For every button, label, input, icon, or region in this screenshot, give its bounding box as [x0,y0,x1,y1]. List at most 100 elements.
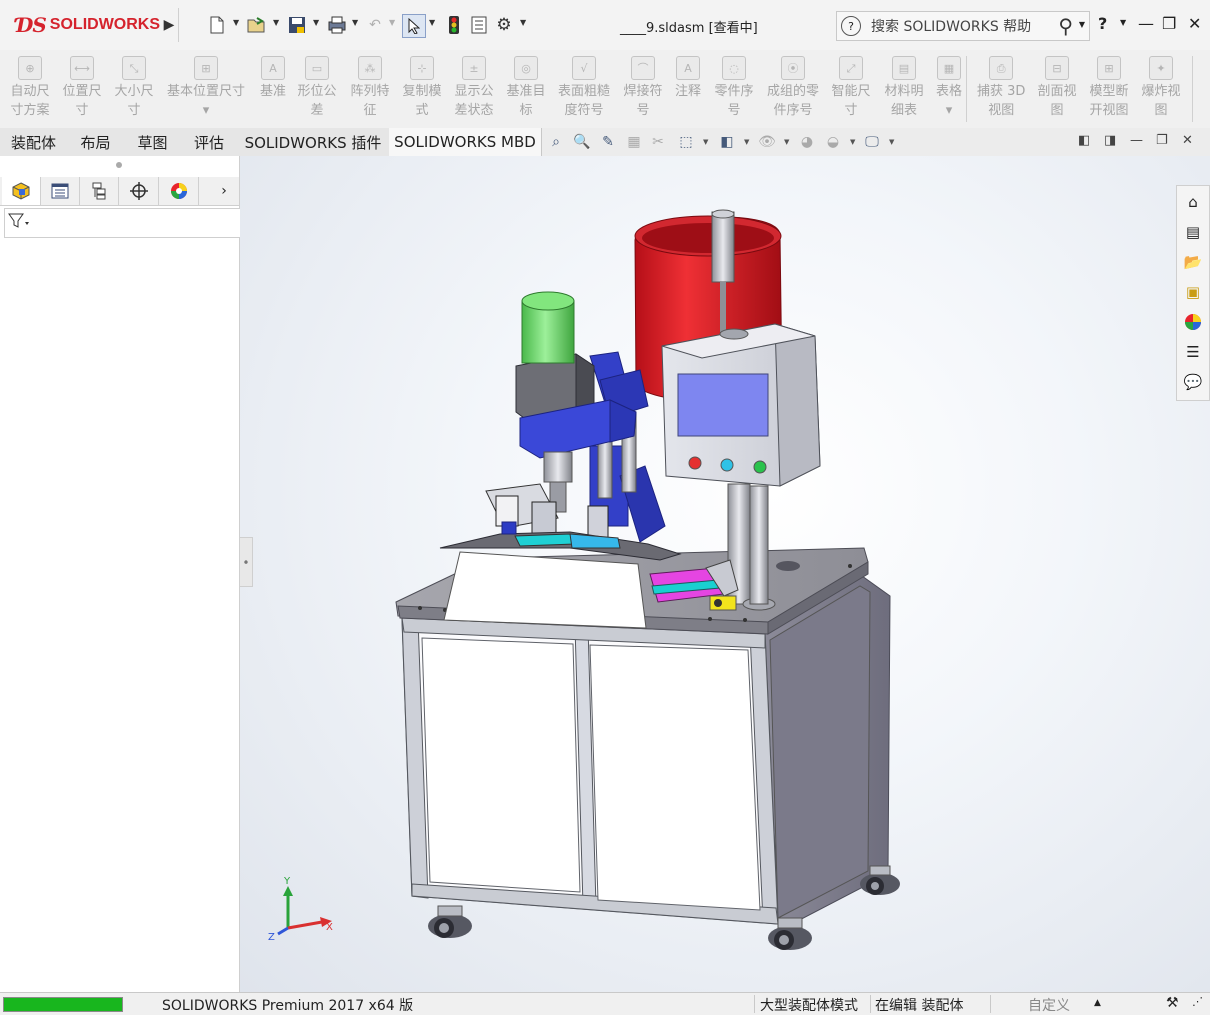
chevron-down-icon[interactable]: ▼ [703,138,708,146]
cmd-geometric-tolerance-button[interactable]: ▭ 形位公差 [298,56,337,120]
appearances-icon[interactable] [1181,310,1205,334]
chevron-down-icon[interactable]: ▼ [850,138,855,146]
cmd-basic-location-dimension-button[interactable]: ⊞ 基本位置尺寸 ▾ [167,56,245,120]
viewport-tile-right-icon[interactable]: ◨ [1104,133,1116,148]
viewport-restore-icon[interactable]: ❐ [1156,133,1168,148]
dynamic-annotation-icon[interactable]: ✂ [648,132,668,152]
feature-manager-tab-icon[interactable] [2,177,41,205]
chevron-down-icon[interactable]: ▼ [273,18,279,27]
chevron-down-icon[interactable]: ▼ [233,18,239,27]
tree-filter-field[interactable] [4,208,241,238]
chevron-down-icon[interactable]: ▼ [889,138,894,146]
cmd-location-dimension-button[interactable]: ⟷ 位置尺寸 [63,56,102,120]
assembly-model[interactable] [240,156,1210,992]
tab-label: SOLIDWORKS MBD [394,133,536,151]
chevron-down-icon[interactable]: ▼ [1079,20,1085,29]
tab-solidworks-addins[interactable]: SOLIDWORKS 插件 [237,128,390,156]
chevron-down-icon[interactable]: ▼ [389,18,395,27]
design-library-icon[interactable]: ▤ [1181,220,1205,244]
graphics-area[interactable]: Y X Z [240,156,1210,992]
cmd-surface-finish-button[interactable]: √ 表面粗糙 度符号 [558,56,610,120]
cmd-section-view-button[interactable]: ⊟ 剖面视图 [1038,56,1077,120]
forum-icon[interactable]: 💬 [1181,370,1205,394]
panel-grip[interactable] [116,162,122,168]
close-button[interactable]: ✕ [1188,14,1201,33]
tab-sketch[interactable]: 草图 [124,128,182,156]
hide-show-items-icon[interactable]: 👁 [757,132,777,152]
minimize-button[interactable]: — [1138,14,1154,33]
section-view-icon[interactable]: ▦ [624,132,644,152]
large-assembly-mode[interactable]: 大型装配体模式 [760,995,858,1015]
help-search-input[interactable]: ? 搜索 SOLIDWORKS 帮助 ⚲ ▼ [836,11,1090,41]
tab-assembly[interactable]: 装配体 [0,128,68,156]
menu-expand-icon[interactable]: ▶ [158,14,180,36]
panel-collapse-handle[interactable]: ⦁ [240,537,253,587]
help-button[interactable]: ? [1098,14,1107,33]
cmd-auto-dimension-button[interactable]: ⊕ 自动尺 寸方案 [11,56,50,120]
cmd-note-button[interactable]: A 注释 [675,56,701,101]
apply-scene-icon[interactable]: ◒ [823,132,843,152]
display-manager-tab-icon[interactable] [160,177,199,205]
tab-layout[interactable]: 布局 [67,128,125,156]
chevron-down-icon[interactable]: ▼ [313,18,319,27]
file-properties-icon[interactable] [468,14,490,36]
viewport-tile-left-icon[interactable]: ◧ [1078,133,1090,148]
chevron-down-icon[interactable]: ▼ [520,18,526,27]
chevron-down-icon[interactable]: ▼ [1120,18,1126,27]
undo-icon[interactable]: ↶ [364,14,386,36]
cmd-pattern-feature-button[interactable]: ⁂ 阵列特征 [351,56,390,120]
previous-view-icon[interactable]: ✎ [598,132,618,152]
gear-icon[interactable]: ⚙ [493,14,515,36]
viewport-close-icon[interactable]: ✕ [1182,133,1193,148]
tab-evaluate[interactable]: 评估 [181,128,238,156]
solidworks-logo[interactable]: ƊS SOLIDWORKS [16,10,160,40]
resize-grip-icon[interactable]: ⋰ [1192,995,1203,1008]
cmd-balloon-button[interactable]: ◌ 零件序号 [715,56,754,120]
cmd-smart-dimension-button[interactable]: ⤢ 智能尺寸 [832,56,871,120]
view-settings-icon[interactable]: 🖵 [862,132,882,152]
cmd-show-tolerance-status-button[interactable]: ± 显示公 差状态 [455,56,494,120]
zoom-to-area-icon[interactable]: 🔍 [572,132,592,152]
property-manager-tab-icon[interactable] [41,177,80,205]
cmd-bom-button[interactable]: ▤ 材料明 细表 [885,56,924,120]
rebuild-traffic-light-icon[interactable] [443,14,465,36]
new-document-icon[interactable] [206,14,228,36]
search-icon[interactable]: ⚲ [1058,14,1073,38]
dimxpert-manager-tab-icon[interactable] [120,177,159,205]
configuration-manager-tab-icon[interactable] [80,177,119,205]
open-file-icon[interactable] [246,14,268,36]
cmd-datum-button[interactable]: A 基准 [260,56,286,101]
edit-appearance-icon[interactable]: ◕ [797,132,817,152]
save-icon[interactable] [286,14,308,36]
file-explorer-icon[interactable]: 📂 [1181,250,1205,274]
cmd-size-dimension-button[interactable]: ⤡ 大小尺寸 [115,56,154,120]
select-pointer-icon[interactable] [402,14,426,38]
filter-icon[interactable] [8,213,30,233]
chevron-down-icon[interactable]: ▼ [429,18,435,27]
display-style-icon[interactable]: ◧ [717,132,737,152]
chevron-down-icon[interactable]: ▼ [744,138,749,146]
panel-more-icon[interactable]: › [210,177,238,205]
chevron-down-icon[interactable]: ▼ [784,138,789,146]
zoom-to-fit-icon[interactable]: ⌕ [546,132,566,152]
cmd-exploded-view-button[interactable]: ✦ 爆炸视图 [1142,56,1181,120]
custom-properties-icon[interactable]: ☰ [1181,340,1205,364]
rebuild-status-icon[interactable]: ⚒ [1166,995,1179,1011]
units-custom[interactable]: 自定义 [1028,995,1070,1015]
cmd-model-break-view-button[interactable]: ⊞ 模型断 开视图 [1090,56,1129,120]
cmd-datum-target-button[interactable]: ◎ 基准目标 [507,56,546,120]
restore-button[interactable]: ❐ [1162,14,1176,33]
tab-solidworks-mbd[interactable]: SOLIDWORKS MBD [389,128,542,156]
cmd-table-button[interactable]: ▦ 表格 ▾ [936,56,962,120]
view-orientation-icon[interactable]: ⬚ [676,132,696,152]
cmd-copy-scheme-button[interactable]: ⊹ 复制模式 [403,56,442,120]
view-palette-icon[interactable]: ▣ [1181,280,1205,304]
chevron-up-icon[interactable]: ▲ [1094,998,1101,1008]
cmd-capture-3d-view-button[interactable]: ⎙ 捕获 3D 视图 [977,56,1025,120]
home-icon[interactable]: ⌂ [1181,190,1205,214]
cmd-weld-symbol-button[interactable]: ⌒ 焊接符号 [624,56,663,120]
chevron-down-icon[interactable]: ▼ [352,18,358,27]
cmd-stacked-balloon-button[interactable]: ⦿ 成组的零 件序号 [767,56,819,120]
print-icon[interactable] [326,14,348,36]
viewport-minimize-icon[interactable]: — [1130,133,1143,148]
